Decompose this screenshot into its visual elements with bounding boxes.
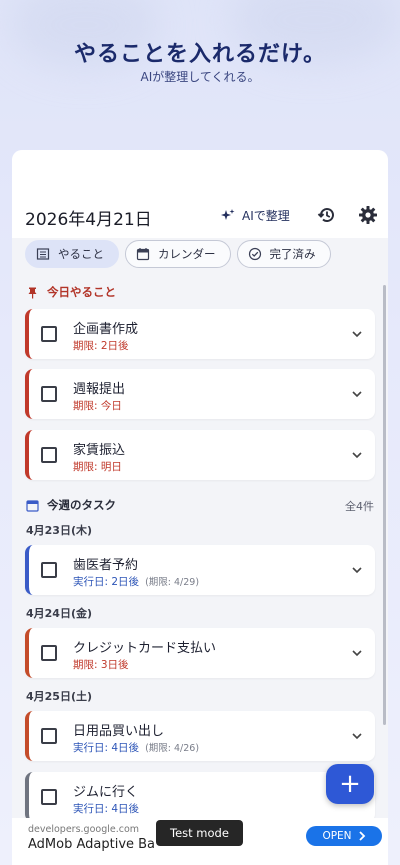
hero-subtitle: AIが整理してくれる。 bbox=[140, 70, 260, 84]
week-heading-label: 今週のタスク bbox=[47, 498, 116, 512]
task-checkbox[interactable] bbox=[41, 728, 57, 744]
task-title: 家賃振込 bbox=[73, 443, 126, 458]
calendar-icon bbox=[136, 248, 150, 261]
today-heading-label: 今日やること bbox=[47, 285, 116, 299]
chevron-down-icon[interactable] bbox=[351, 730, 363, 742]
hero-title: やることを入れるだけ。 bbox=[74, 42, 326, 67]
tab-calendar[interactable]: カレンダー bbox=[125, 240, 231, 268]
task-exec-date: 実行日: 4日後 bbox=[73, 803, 140, 815]
ad-banner[interactable]: developers.google.com AdMob Adaptive Ba … bbox=[12, 818, 388, 865]
task-title: クレジットカード支払い bbox=[73, 641, 217, 656]
task-card[interactable]: 歯医者予約 実行日: 2日後 (期限: 4/29) bbox=[25, 545, 375, 595]
day-label: 4月24日(金) bbox=[26, 607, 93, 620]
ad-open-button[interactable]: OPEN bbox=[306, 826, 382, 846]
chevron-down-icon[interactable] bbox=[351, 647, 363, 659]
test-mode-badge: Test mode bbox=[156, 820, 243, 846]
task-checkbox[interactable] bbox=[41, 789, 57, 805]
today-heading: 今日やること bbox=[26, 284, 116, 300]
task-deadline-sub: (期限: 4/29) bbox=[145, 577, 200, 588]
task-deadline: 期限: 明日 bbox=[73, 461, 122, 473]
task-checkbox[interactable] bbox=[41, 562, 57, 578]
gear-icon[interactable] bbox=[358, 205, 378, 225]
task-card[interactable]: クレジットカード支払い 期限: 3日後 bbox=[25, 628, 375, 678]
task-checkbox[interactable] bbox=[41, 645, 57, 661]
chevron-right-icon bbox=[358, 831, 365, 841]
app-card: 2026年4月21日 AIで整理 やること カレンダー 完了済み 今日やること … bbox=[12, 150, 388, 865]
check-circle-icon bbox=[248, 247, 261, 261]
history-icon[interactable] bbox=[317, 205, 337, 225]
pin-icon bbox=[28, 287, 37, 298]
day-label: 4月25日(土) bbox=[26, 690, 93, 703]
task-checkbox[interactable] bbox=[41, 447, 57, 463]
add-task-button[interactable]: + bbox=[326, 764, 374, 804]
task-meta: 実行日: 2日後 (期限: 4/29) bbox=[73, 574, 199, 589]
chevron-down-icon[interactable] bbox=[351, 564, 363, 576]
current-date: 2026年4月21日 bbox=[25, 210, 152, 230]
sparkle-icon bbox=[221, 208, 235, 220]
chevron-down-icon[interactable] bbox=[351, 449, 363, 461]
task-title: 歯医者予約 bbox=[73, 558, 139, 573]
tab-label: カレンダー bbox=[158, 247, 216, 261]
task-card[interactable]: ジムに行く 実行日: 4日後 bbox=[25, 772, 375, 822]
ad-title: AdMob Adaptive Ba bbox=[28, 837, 156, 852]
task-title: ジムに行く bbox=[73, 785, 139, 800]
task-card[interactable]: 日用品買い出し 実行日: 4日後 (期限: 4/26) bbox=[25, 711, 375, 761]
chevron-down-icon[interactable] bbox=[351, 328, 363, 340]
ai-organize-button[interactable]: AIで整理 bbox=[220, 207, 290, 224]
tab-label: やること bbox=[58, 247, 104, 261]
task-deadline: 期限: 今日 bbox=[73, 400, 122, 412]
task-deadline: 期限: 3日後 bbox=[73, 659, 129, 671]
task-title: 日用品買い出し bbox=[73, 724, 165, 739]
task-deadline-sub: (期限: 4/26) bbox=[145, 743, 200, 754]
day-label: 4月23日(木) bbox=[26, 524, 93, 537]
task-checkbox[interactable] bbox=[41, 386, 57, 402]
tab-label: 完了済み bbox=[269, 247, 316, 261]
chevron-down-icon[interactable] bbox=[351, 388, 363, 400]
task-meta: 実行日: 4日後 (期限: 4/26) bbox=[73, 740, 199, 755]
task-card[interactable]: 企画書作成 期限: 2日後 bbox=[25, 309, 375, 359]
task-title: 週報提出 bbox=[73, 382, 126, 397]
tab-completed[interactable]: 完了済み bbox=[236, 240, 331, 268]
scrollbar[interactable] bbox=[383, 285, 386, 725]
task-card[interactable]: 家賃振込 期限: 明日 bbox=[25, 430, 375, 480]
view-tabs: やること カレンダー 完了済み bbox=[25, 240, 331, 268]
week-heading: 今週のタスク bbox=[26, 497, 116, 513]
task-checkbox[interactable] bbox=[41, 326, 57, 342]
ai-organize-label: AIで整理 bbox=[242, 209, 290, 223]
task-exec-date: 実行日: 4日後 bbox=[73, 742, 140, 754]
task-card[interactable]: 週報提出 期限: 今日 bbox=[25, 369, 375, 419]
task-title: 企画書作成 bbox=[73, 322, 139, 337]
ad-url: developers.google.com bbox=[28, 824, 140, 835]
week-task-count: 全4件 bbox=[345, 500, 374, 513]
list-icon bbox=[36, 248, 50, 260]
task-exec-date: 実行日: 2日後 bbox=[73, 576, 140, 588]
ad-open-label: OPEN bbox=[322, 830, 352, 842]
tab-todo[interactable]: やること bbox=[25, 240, 119, 268]
task-deadline: 期限: 2日後 bbox=[73, 340, 129, 352]
calendar-icon bbox=[26, 499, 39, 512]
